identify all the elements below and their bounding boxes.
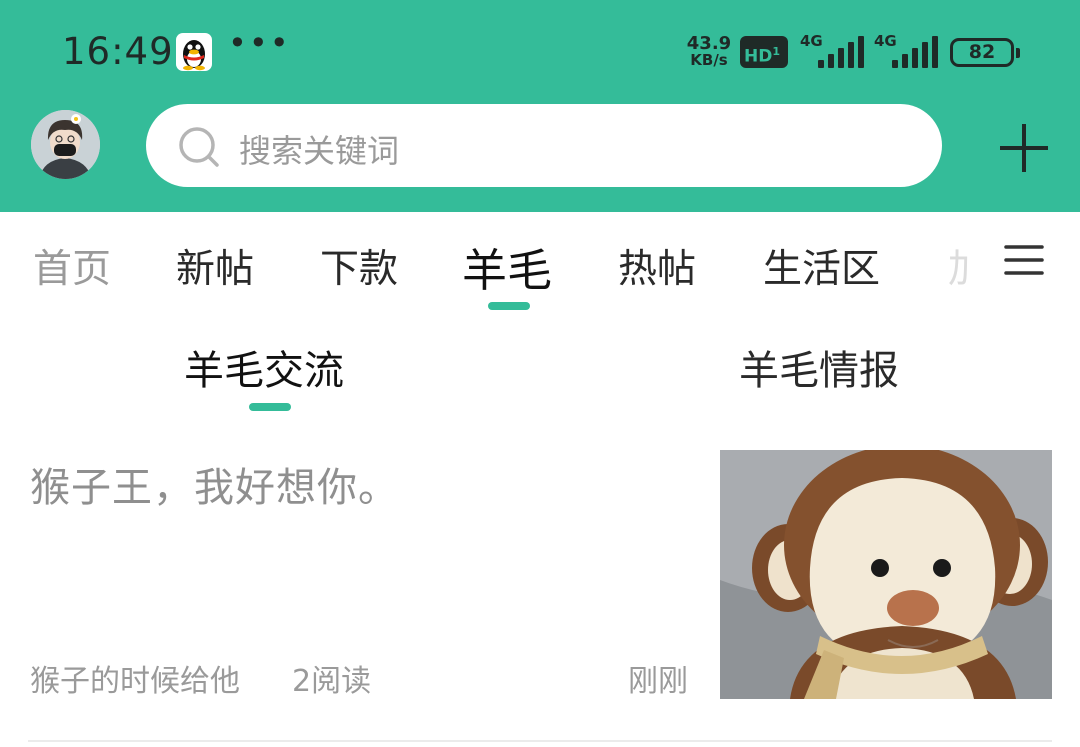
post-reads: 2阅读 bbox=[292, 664, 372, 699]
search-placeholder: 搜索关键词 bbox=[239, 132, 400, 170]
tab-home[interactable]: 首页 bbox=[33, 238, 111, 294]
tab-new-posts[interactable]: 新帖 bbox=[176, 238, 254, 294]
list-divider bbox=[28, 740, 1052, 742]
tab-deals[interactable]: 羊毛 bbox=[462, 234, 552, 299]
menu-icon[interactable] bbox=[1004, 243, 1044, 277]
network-speed-value: 43.9 bbox=[686, 33, 732, 54]
tab-active-indicator bbox=[488, 302, 530, 310]
main-tabs: 首页 新帖 下款 羊毛 热帖 生活区 加 bbox=[0, 212, 1080, 312]
post-author: 猴子的时候给他 bbox=[30, 664, 240, 699]
qq-penguin-icon bbox=[176, 33, 212, 71]
subtab-deal-chat[interactable]: 羊毛交流 bbox=[184, 338, 344, 396]
battery-icon: 82 bbox=[950, 38, 1020, 67]
search-input[interactable]: 搜索关键词 bbox=[146, 104, 942, 187]
more-dots-icon: ••• bbox=[228, 24, 291, 62]
app-header: 16:49 ••• 43.9 KB/s HD1 4G 4G 82 搜索关键词 bbox=[0, 0, 1080, 212]
hd-icon: HD1 bbox=[740, 36, 788, 68]
network-speed-unit: KB/s bbox=[690, 51, 728, 69]
post-thumbnail[interactable] bbox=[720, 450, 1052, 699]
tab-loans[interactable]: 下款 bbox=[320, 238, 398, 294]
post-time: 刚刚 bbox=[628, 664, 688, 699]
status-time: 16:49 bbox=[62, 30, 174, 73]
subtab-deal-intel[interactable]: 羊毛情报 bbox=[739, 338, 899, 396]
avatar[interactable] bbox=[31, 110, 100, 179]
network-speed: 43.9 KB/s bbox=[684, 35, 734, 69]
tab-more[interactable]: 加 bbox=[948, 238, 970, 294]
battery-level: 82 bbox=[968, 41, 996, 63]
tab-life[interactable]: 生活区 bbox=[763, 238, 880, 294]
signal-icon: 4G bbox=[872, 32, 940, 70]
plus-icon[interactable] bbox=[998, 122, 1050, 174]
search-icon bbox=[179, 127, 219, 167]
subtab-active-indicator bbox=[249, 403, 291, 411]
signal-icon: 4G bbox=[798, 32, 866, 70]
tab-hot-posts[interactable]: 热帖 bbox=[618, 238, 696, 294]
post-title[interactable]: 猴子王，我好想你。 bbox=[30, 455, 399, 513]
